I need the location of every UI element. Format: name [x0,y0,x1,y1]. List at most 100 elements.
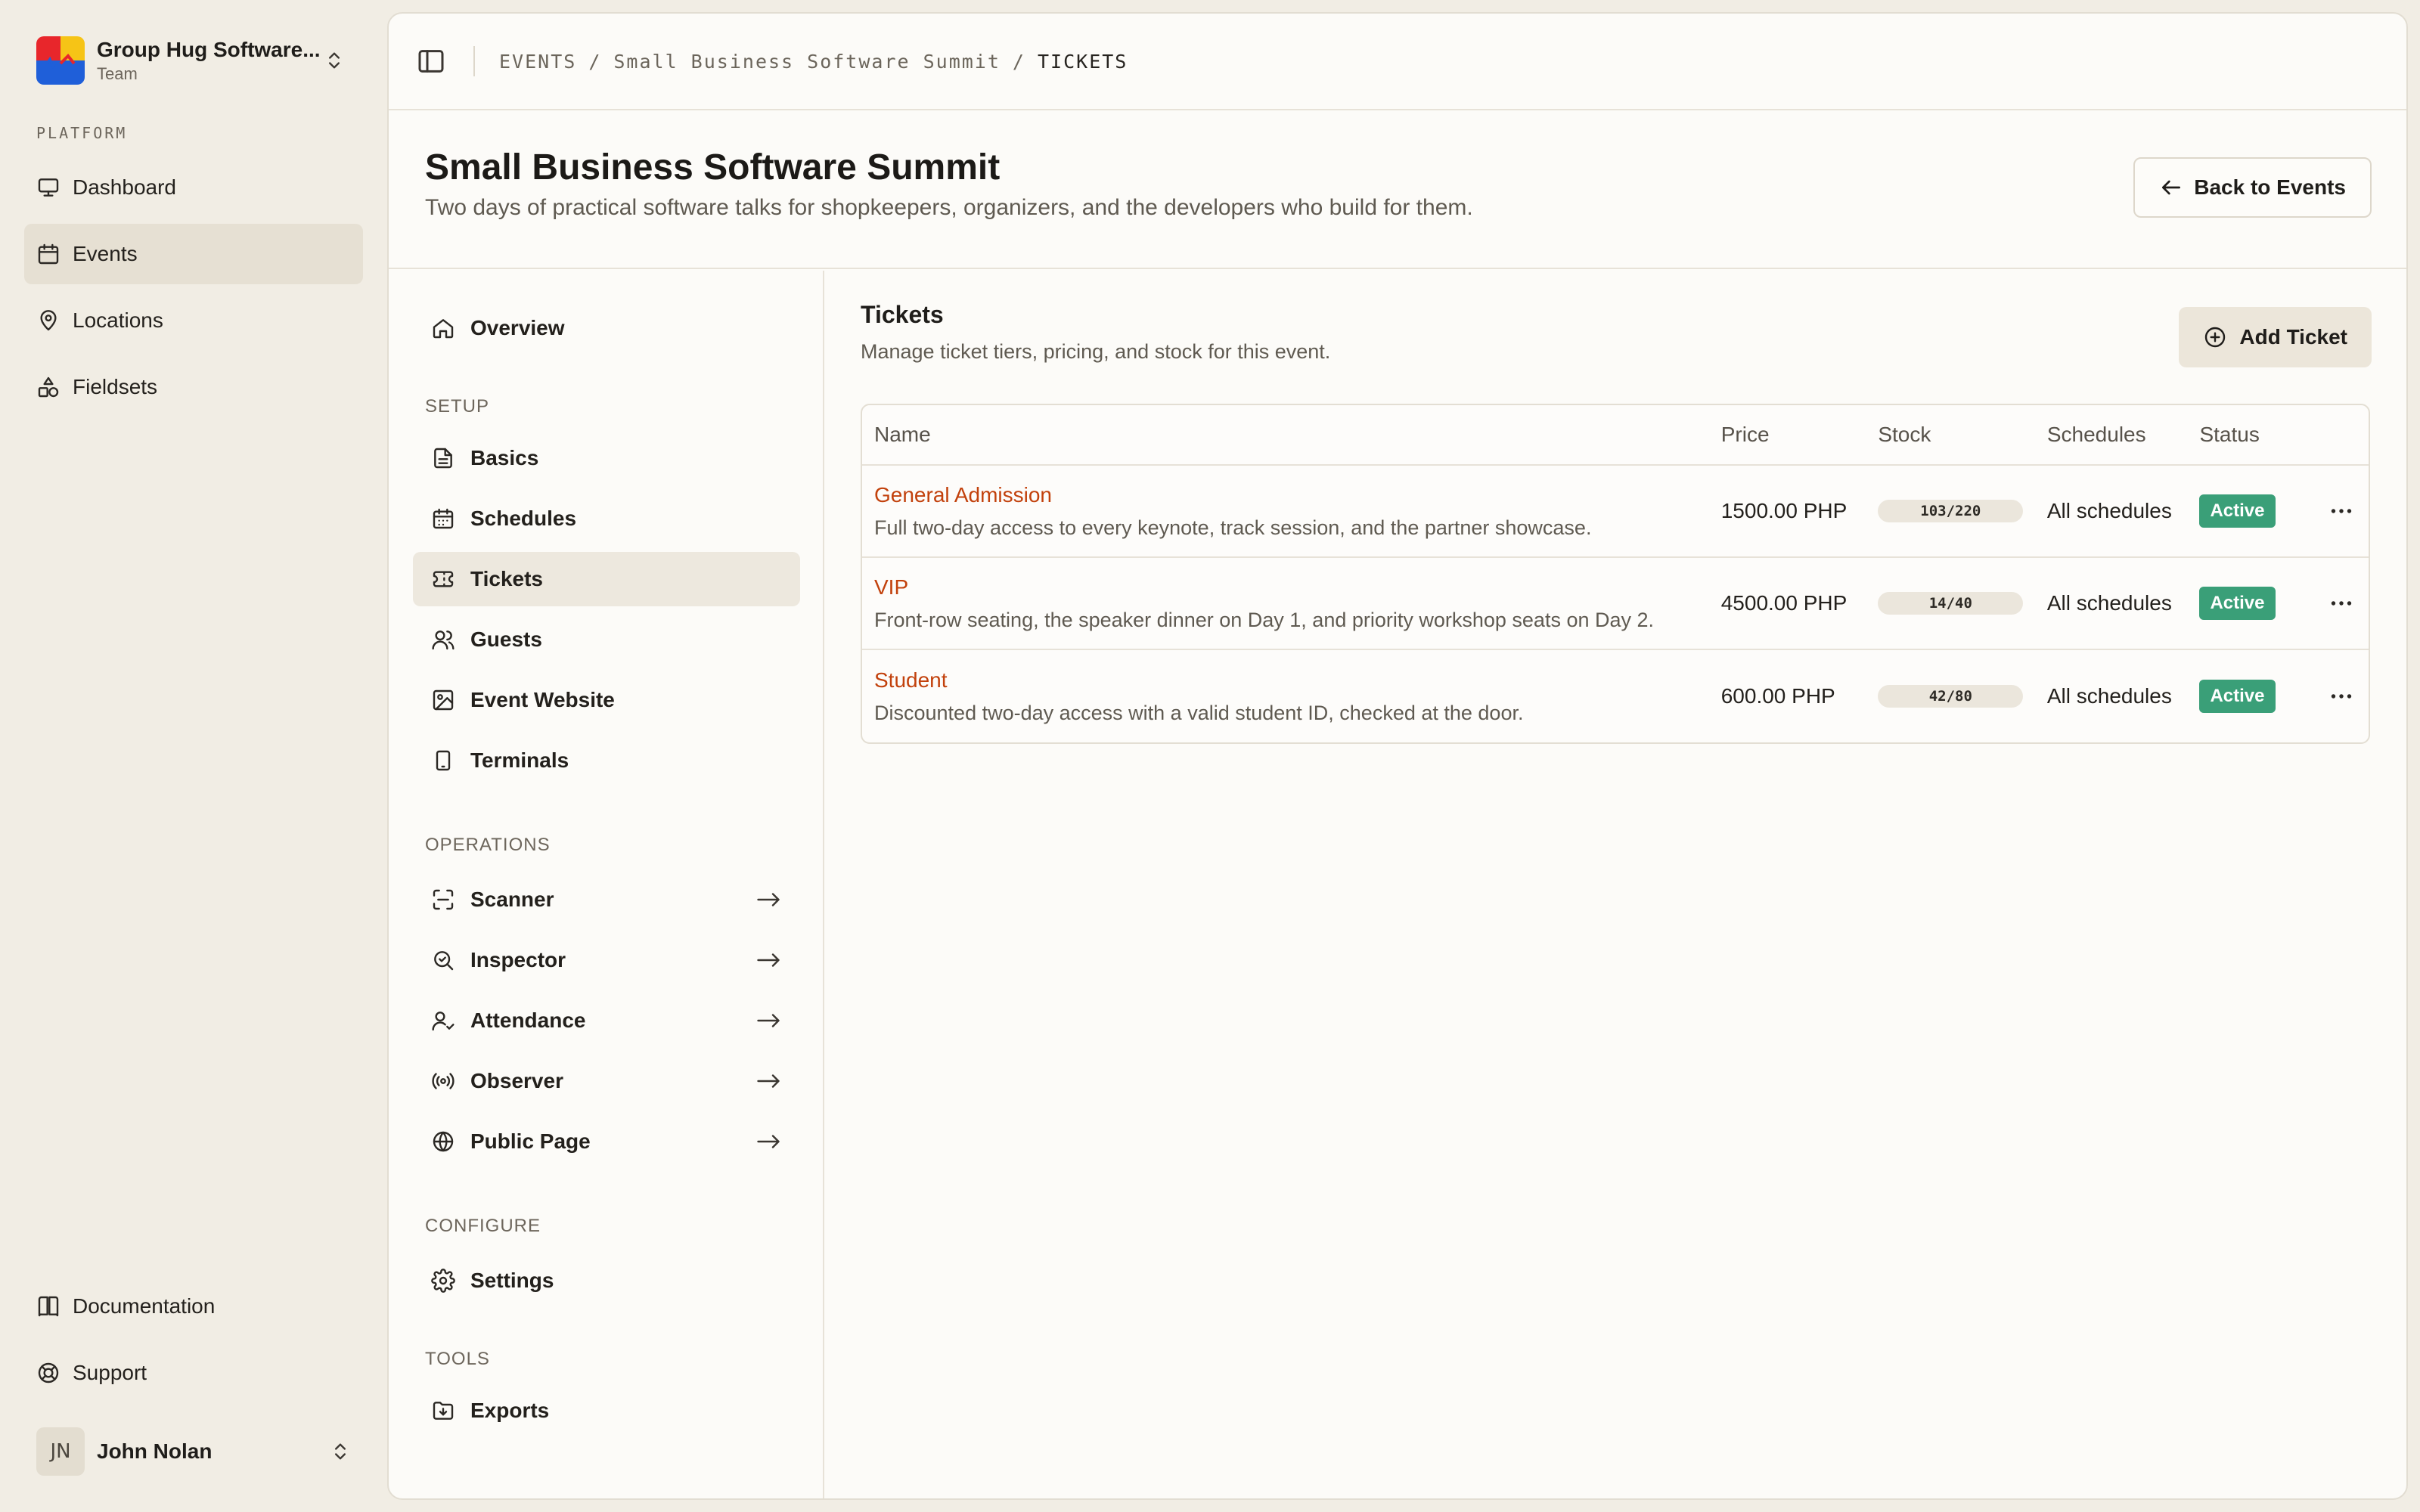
subnav-label: Public Page [470,1129,591,1153]
column-header-status[interactable]: Status [2199,423,2314,447]
status-badge: Active [2199,494,2276,528]
subnav-settings[interactable]: Settings [413,1253,800,1308]
subnav-inspector[interactable]: Inspector [413,933,800,987]
sidebar-item-label: Fieldsets [73,375,158,398]
subnav-section-configure: CONFIGURE [425,1216,541,1236]
user-menu[interactable]: JN John Nolan [24,1421,363,1482]
subnav-public-page[interactable]: Public Page [413,1114,800,1169]
sidebar-item-documentation[interactable]: Documentation [24,1276,363,1337]
ticket-description: Discounted two-day access with a valid s… [874,701,1524,724]
page-title: Small Business Software Summit [425,147,1001,187]
ticket-schedules: All schedules [2046,591,2172,615]
column-header-schedules[interactable]: Schedules [2047,423,2200,447]
ticket-description: Front-row seating, the speaker dinner on… [874,608,1655,631]
image-icon [433,689,454,711]
table-row: VIP Front-row seating, the speaker dinne… [862,558,2369,650]
back-to-events-button[interactable]: Back to Events [2133,157,2372,218]
subnav-event-website[interactable]: Event Website [413,673,800,727]
subnav-label: Guests [470,627,542,651]
breadcrumb: EVENTS / Small Business Software Summit … [499,51,1128,73]
column-header-name[interactable]: Name [862,423,1721,447]
subnav-label: Tickets [470,567,543,590]
sidebar-item-locations[interactable]: Locations [24,290,363,351]
ticket-name-link[interactable]: Student [874,668,948,692]
more-horizontal-icon[interactable] [2328,590,2355,617]
sidebar-toggle-icon[interactable] [416,46,446,76]
home-icon [433,319,454,339]
sidebar-item-support[interactable]: Support [24,1343,363,1403]
breadcrumb-separator: / [1012,50,1025,73]
app-sidebar: Group Hug Software... Team PLATFORM Dash… [0,0,387,1512]
team-switcher[interactable]: Group Hug Software... Team [24,24,357,97]
subnav-guests[interactable]: Guests [413,612,800,667]
sidebar-item-events[interactable]: Events [24,224,363,284]
globe-icon [433,1131,454,1152]
ticket-schedules: All schedules [2046,684,2172,708]
ticket-name-link[interactable]: VIP [874,575,908,600]
team-logo [36,36,85,85]
subnav-observer[interactable]: Observer [413,1054,800,1108]
shapes-icon [38,376,59,398]
section-title: Tickets [861,301,944,328]
event-header: Small Business Software Summit Two days … [389,110,2406,269]
ticket-schedules: All schedules [2046,499,2172,522]
ticket-description: Full two-day access to every keynote, tr… [874,516,1592,539]
topbar: EVENTS / Small Business Software Summit … [389,14,2406,110]
ticket-price: 1500.00 PHP [1720,499,1848,522]
subnav-label: Event Website [470,688,615,711]
back-button-label: Back to Events [2194,175,2346,199]
subnav-label: Settings [470,1269,554,1292]
file-text-icon [434,448,452,469]
tickets-pane: Tickets Manage ticket tiers, pricing, an… [824,271,2406,1498]
avatar: JN [36,1427,85,1476]
breadcrumb-separator: / [588,50,602,73]
subnav-terminals[interactable]: Terminals [413,733,800,788]
subnav-overview[interactable]: Overview [413,301,800,355]
subnav-label: Schedules [470,507,577,530]
more-horizontal-icon[interactable] [2328,497,2355,525]
event-description: Two days of practical software talks for… [425,195,1473,220]
subnav-schedules[interactable]: Schedules [413,491,800,546]
subnav-label: Overview [470,316,565,339]
sidebar-item-dashboard[interactable]: Dashboard [24,157,363,218]
ticket-price: 600.00 PHP [1720,684,1835,708]
add-ticket-button[interactable]: Add Ticket [2179,307,2372,367]
subnav-label: Terminals [470,748,569,772]
event-subnav: Overview SETUP Basics Schedules Tickets … [389,271,824,1498]
sidebar-item-label: Events [73,242,138,265]
ticket-icon [433,571,454,587]
table-header: Name Price Stock Schedules Status [862,405,2369,466]
column-header-stock[interactable]: Stock [1878,423,2047,447]
breadcrumb-current: TICKETS [1037,50,1128,73]
team-name: Group Hug Software... [97,38,321,61]
arrow-right-icon [757,1074,780,1088]
sidebar-item-label: Documentation [73,1294,216,1318]
subnav-attendance[interactable]: Attendance [413,993,800,1048]
subnav-tickets[interactable]: Tickets [413,552,800,606]
breadcrumb-events[interactable]: EVENTS [499,51,576,73]
team-subtitle: Team [97,64,138,83]
sidebar-item-fieldsets[interactable]: Fieldsets [24,357,363,417]
sidebar-item-label: Dashboard [73,175,176,199]
radio-icon [432,1073,455,1089]
more-horizontal-icon[interactable] [2328,683,2355,710]
calendar-days-icon [433,508,454,529]
subnav-exports[interactable]: Exports [413,1383,800,1438]
plus-circle-icon [2205,327,2226,348]
subnav-basics[interactable]: Basics [413,431,800,485]
subnav-label: Scanner [470,888,554,911]
ticket-name-link[interactable]: General Admission [874,483,1052,507]
breadcrumb-event[interactable]: Small Business Software Summit [613,51,1001,73]
subnav-scanner[interactable]: Scanner [413,872,800,927]
sidebar-nav: Dashboard Events Locations Fieldsets [24,157,363,423]
status-badge: Active [2199,587,2276,620]
scan-icon [433,889,454,910]
column-header-price[interactable]: Price [1721,423,1879,447]
ticket-price: 4500.00 PHP [1720,591,1848,615]
sidebar-item-label: Locations [73,308,163,332]
arrow-right-icon [757,1135,780,1148]
subnav-label: Basics [470,446,539,469]
user-name: John Nolan [97,1439,213,1463]
tablet-icon [436,750,451,771]
sidebar-bottom: Documentation Support [24,1276,363,1409]
